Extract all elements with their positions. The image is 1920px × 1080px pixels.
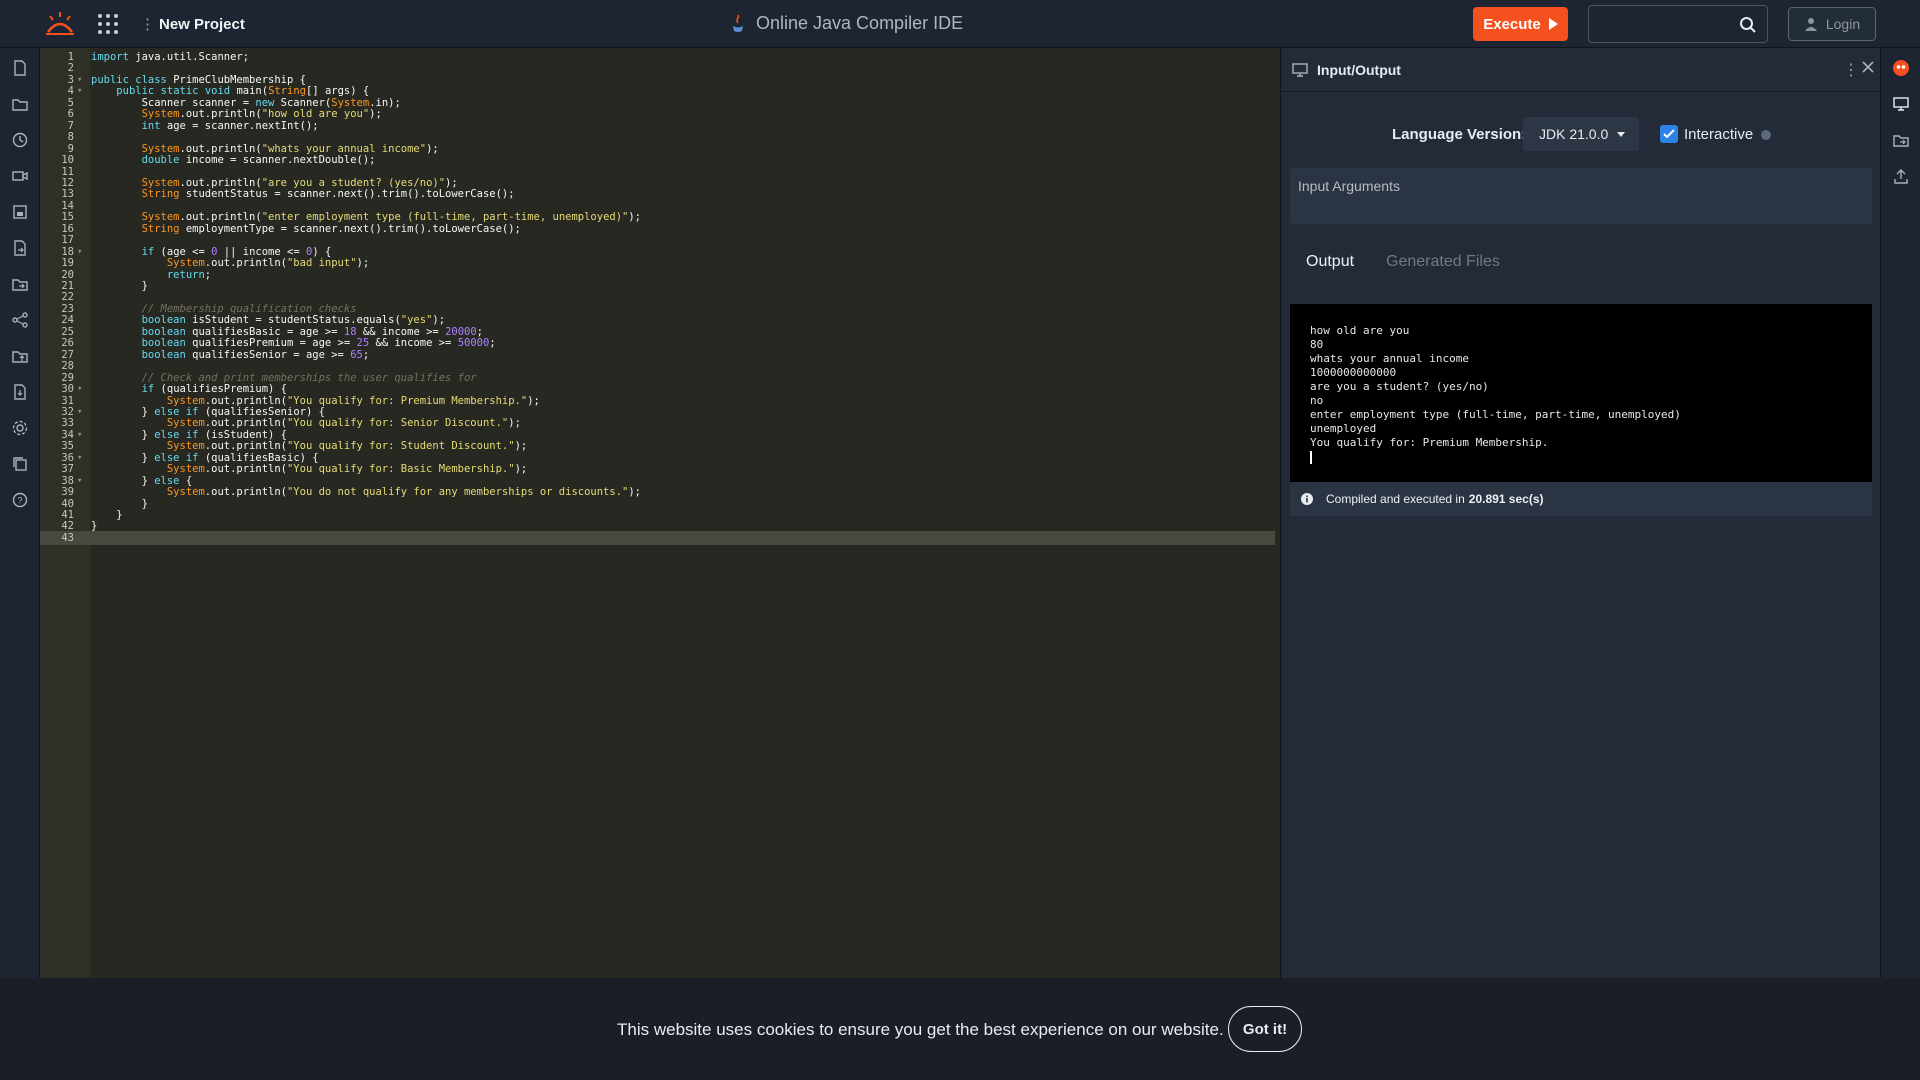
language-version-value: JDK 21.0.0 [1539,126,1609,142]
settings-icon[interactable] [11,419,29,437]
save-as-icon[interactable] [11,239,29,257]
io-title: Input/Output [1317,62,1401,78]
video-icon[interactable] [11,167,29,185]
left-sidebar: ? [0,48,40,978]
save-icon[interactable] [11,203,29,221]
search-icon[interactable] [1739,16,1757,34]
execute-button[interactable]: Execute [1473,7,1568,41]
play-icon [1548,18,1558,30]
info-circle-icon [1301,493,1313,505]
user-icon [1804,18,1817,31]
execute-label: Execute [1483,15,1541,33]
status-time: 20.891 sec(s) [1468,492,1544,506]
jdoodle-bot-icon[interactable] [1892,59,1910,77]
chevron-down-icon [1617,132,1625,137]
more-options-icon[interactable]: ⋮ [1843,60,1859,80]
console-line: are you a student? (yes/no) [1310,380,1489,393]
console-line: enter employment type (full-time, part-t… [1310,408,1681,421]
apps-grid-icon[interactable] [98,14,118,34]
status-prefix: Compiled and executed in [1326,492,1465,506]
upload-icon[interactable] [1892,167,1910,185]
interactive-label[interactable]: Interactive [1684,126,1753,143]
right-sidebar [1880,48,1920,978]
cookie-text: This website uses cookies to ensure you … [617,1020,1224,1039]
search-box[interactable] [1588,5,1768,43]
console-line: whats your annual income [1310,352,1469,365]
console-line: 1000000000000 [1310,366,1397,379]
code-editor[interactable]: 1 import java.util.Scanner; 2 3 ▾ public clas… [40,48,1280,978]
input-arguments-box[interactable] [1290,168,1872,224]
help-icon[interactable]: ? [11,491,29,509]
tab-generated-files[interactable]: Generated Files [1386,253,1500,271]
top-bar: New Project Online Java Compiler IDE Exe… [0,0,1920,48]
download-icon[interactable] [11,383,29,401]
libraries-icon[interactable] [1892,131,1910,149]
project-name[interactable]: New Project [140,15,245,33]
language-version-label: Language Version: [1392,126,1527,143]
login-label: Login [1825,16,1861,32]
close-icon[interactable] [1861,60,1875,74]
console-line: how old are you [1310,324,1410,337]
copy-icon[interactable] [11,455,29,473]
folder-open-icon[interactable] [11,95,29,113]
console-line: 80 [1310,338,1324,351]
input-arguments-field[interactable] [1290,168,1872,224]
input-output-icon [1292,63,1308,77]
console-line: no [1310,394,1324,407]
check-icon [1663,129,1675,139]
app-title: Online Java Compiler IDE [730,13,963,34]
console-line: You qualify for: Premium Membership. [1310,436,1549,449]
app-title-text: Online Java Compiler IDE [756,13,964,33]
new-file-icon[interactable] [11,59,29,77]
tab-output[interactable]: Output [1306,253,1354,271]
save-templates-icon[interactable] [11,275,29,293]
execution-status: Compiled and executed in 20.891 sec(s) [1290,482,1872,516]
output-console[interactable]: how old are you 80 whats your annual incom… [1290,304,1872,482]
cookie-accept-button[interactable]: Got it! [1228,1006,1302,1052]
svg-text:?: ? [17,496,22,506]
io-header: Input/Output ⋮ [1281,48,1881,92]
search-input[interactable] [1597,14,1727,34]
code-line[interactable]: 43 [40,530,1275,545]
java-logo-icon [733,14,743,32]
open-from-local-icon[interactable] [11,347,29,365]
input-output-icon[interactable] [1892,95,1910,113]
console-line: unemployed [1310,422,1377,435]
share-icon[interactable] [11,311,29,329]
jdoodle-logo-icon[interactable] [44,10,76,38]
login-button[interactable]: Login [1788,7,1876,41]
language-version-select[interactable]: JDK 21.0.0 [1523,117,1639,151]
info-icon[interactable] [1761,130,1771,140]
line-number: 43 [61,531,74,544]
history-icon[interactable] [11,131,29,149]
cookie-banner: This website uses cookies to ensure you … [0,978,1920,1080]
input-output-panel: Input/Output ⋮ Language Version: JDK 21.… [1280,48,1881,978]
text-cursor [1310,450,1312,464]
interactive-checkbox[interactable] [1660,125,1678,143]
